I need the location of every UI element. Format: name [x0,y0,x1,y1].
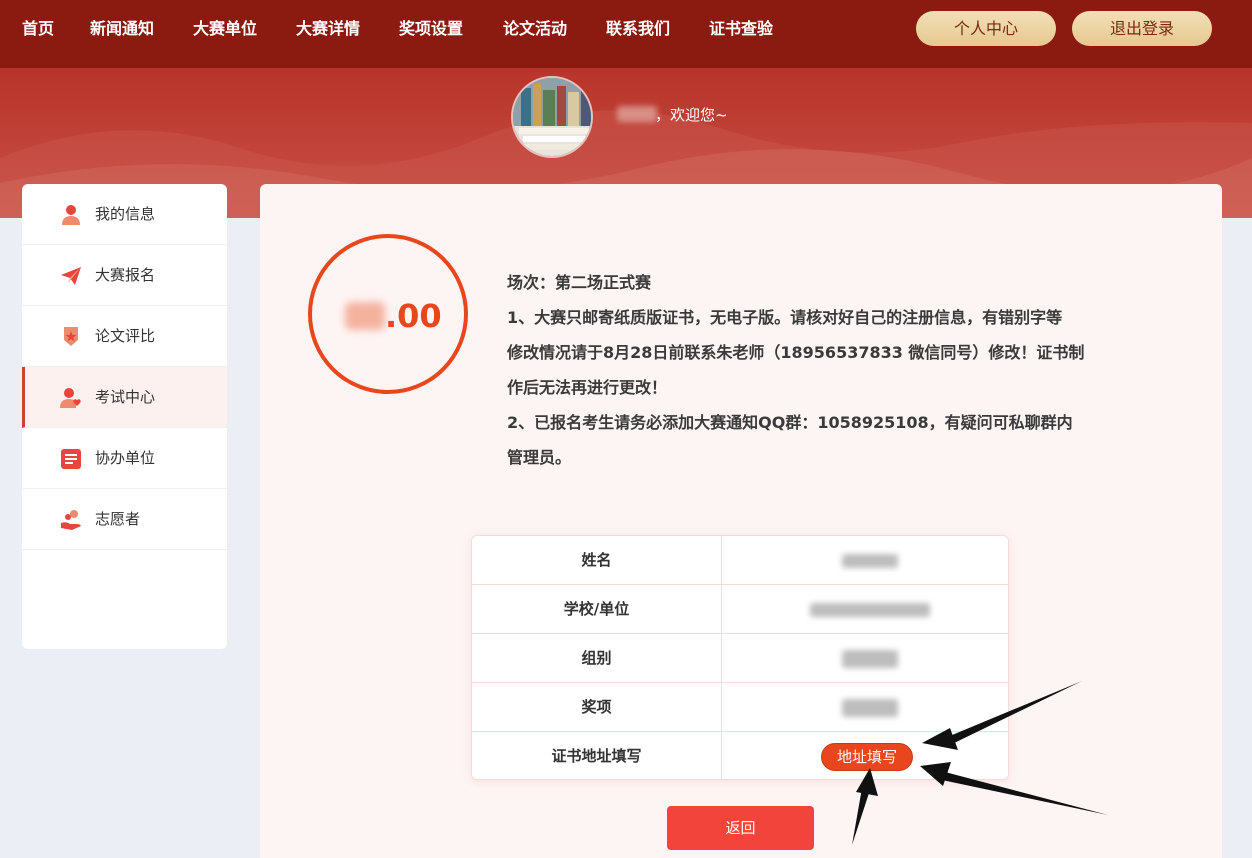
back-button[interactable]: 返回 [667,806,814,850]
school-label: 学校/单位 [472,585,722,634]
sidebar-item-my-info[interactable]: 我的信息 [22,184,227,245]
group-label: 组别 [472,634,722,683]
award-label: 奖项 [472,683,722,732]
nav-details[interactable]: 大赛详情 [296,18,360,40]
table-row: 证书地址填写 [472,732,1008,779]
school-value [722,585,1008,634]
sidebar-item-registration[interactable]: 大赛报名 [22,245,227,306]
session-text: 场次：第二场正式赛 [507,273,652,292]
notice-line: 修改情况请于8月28日前联系朱老师（18956537833 微信同号）修改！证书… [507,343,1085,362]
nav-news[interactable]: 新闻通知 [90,18,154,40]
table-row: 姓名 [472,536,1008,585]
sidebar-item-exam-center[interactable]: 考试中心 [22,367,227,428]
sidebar-item-label: 我的信息 [95,205,156,223]
score-value: .00 [385,297,442,335]
list-icon [61,449,81,469]
sidebar-item-label: 考试中心 [95,388,156,406]
fill-address-button[interactable]: 地址填写 [821,743,913,771]
table-row: 学校/单位 [472,585,1008,634]
score-blurred [345,302,385,330]
group-value [722,634,1008,683]
paper-plane-icon [61,267,81,285]
user-heart-icon [60,388,81,408]
logout-button[interactable]: 退出登录 [1072,11,1212,46]
table-row: 奖项 [472,683,1008,732]
address-label: 证书地址填写 [472,732,722,779]
user-icon [62,205,80,225]
name-value [722,536,1008,585]
nav-units[interactable]: 大赛单位 [193,18,257,40]
username-blurred [617,106,657,122]
table-row: 组别 [472,634,1008,683]
top-nav: 首页 新闻通知 大赛单位 大赛详情 奖项设置 论文活动 联系我们 证书查验 个人… [0,0,1252,68]
nav-papers[interactable]: 论文活动 [503,18,567,40]
avatar[interactable] [511,76,593,158]
personal-center-button[interactable]: 个人中心 [916,11,1056,46]
sidebar-item-label: 协办单位 [95,449,156,467]
notice-line: 作后无法再进行更改！ [507,378,668,397]
nav-contact[interactable]: 联系我们 [606,18,670,40]
sidebar-item-label: 大赛报名 [95,266,156,284]
nav-certificate[interactable]: 证书查验 [709,18,773,40]
sidebar-item-label: 论文评比 [95,327,156,345]
medal-icon [64,327,78,346]
notice-line: 管理员。 [507,448,572,467]
sidebar-item-co-organizers[interactable]: 协办单位 [22,428,227,489]
sidebar: 我的信息 大赛报名 论文评比 考试中心 协办单位 志愿者 [22,184,227,649]
certificate-info-table: 姓名 学校/单位 组别 奖项 证书地址填写 地址填写 [471,535,1009,780]
sidebar-item-paper-review[interactable]: 论文评比 [22,306,227,367]
award-value [722,683,1008,732]
welcome-text: ，欢迎您~ [655,106,728,124]
nav-awards[interactable]: 奖项设置 [399,18,463,40]
sidebar-item-label: 志愿者 [95,510,141,528]
nav-home[interactable]: 首页 [22,18,54,40]
name-label: 姓名 [472,536,722,585]
sidebar-item-volunteers[interactable]: 志愿者 [22,489,227,550]
notice-line: 1、大赛只邮寄纸质版证书，无电子版。请核对好自己的注册信息，有错别字等 [507,308,1063,327]
notice-line: 2、已报名考生请务必添加大赛通知QQ群：1058925108，有疑问可私聊群内 [507,413,1073,432]
hand-coin-icon [61,510,81,530]
